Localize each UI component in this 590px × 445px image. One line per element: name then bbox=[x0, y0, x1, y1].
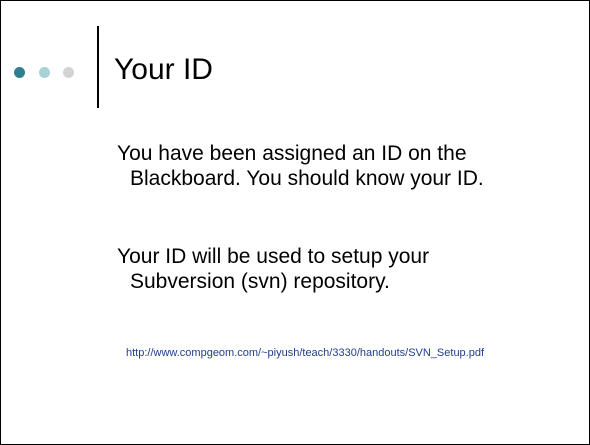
title-divider bbox=[97, 26, 99, 108]
bullet-line: Blackboard. You should know your ID. bbox=[130, 167, 484, 190]
slide: Your ID You have been assigned an ID on … bbox=[0, 0, 590, 445]
bullet-text-svn-setup: Your ID will be used to setup your Subve… bbox=[117, 244, 429, 294]
decorative-dot-dark bbox=[14, 67, 25, 78]
bullet-line: Your ID will be used to setup your bbox=[117, 245, 430, 268]
slide-title: Your ID bbox=[114, 53, 213, 86]
bullet-line: Subversion (svn) repository. bbox=[130, 270, 390, 293]
bullet-text-id-assigned: You have been assigned an ID on the Blac… bbox=[117, 141, 484, 191]
svn-setup-link[interactable]: http://www.compgeom.com/~piyush/teach/33… bbox=[126, 346, 484, 360]
decorative-dot-light bbox=[39, 67, 50, 78]
decorative-dot-gray bbox=[63, 67, 74, 78]
bullet-line: You have been assigned an ID on the bbox=[117, 142, 467, 165]
